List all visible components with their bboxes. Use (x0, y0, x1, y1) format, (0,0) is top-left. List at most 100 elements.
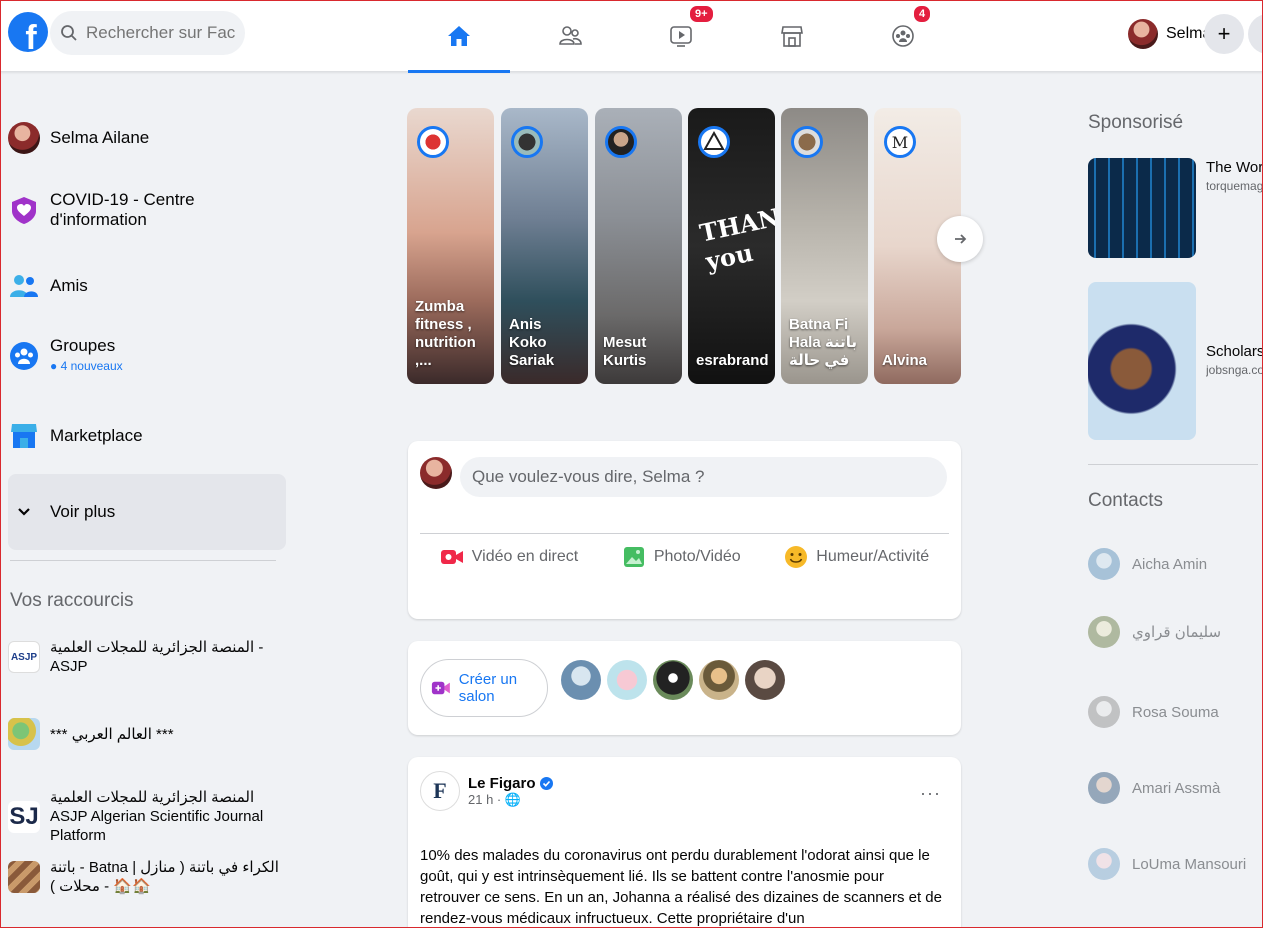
create-room-button[interactable]: Créer un salon (420, 659, 548, 717)
contact-item[interactable]: Aicha Amin (1088, 548, 1207, 580)
see-more-button[interactable]: Voir plus (8, 474, 286, 550)
shortcuts-title: Vos raccourcis (10, 590, 134, 611)
post-text: 10% des malades du coronavirus ont perdu… (420, 847, 942, 927)
plus-icon: + (1217, 21, 1231, 46)
groups-notification-badge: 4 (912, 4, 933, 24)
story-card[interactable]: Mesut Kurtis (595, 108, 682, 384)
tab-home[interactable] (408, 0, 510, 73)
contact-item[interactable]: Rosa Souma (1088, 696, 1219, 728)
facebook-logo-icon[interactable]: f (8, 12, 48, 52)
shortcut-item[interactable]: SJ المنصة الجزائرية للمجلات العلمية ASJP… (8, 788, 288, 845)
contacts-title: Contacts (1088, 490, 1163, 511)
asjp-sj-logo-icon: SJ (8, 800, 40, 833)
sidebar-item-label: Groupes (50, 336, 116, 355)
avatar (1128, 19, 1158, 49)
room-contact-avatar[interactable] (561, 660, 601, 700)
room-contact-avatar[interactable] (653, 660, 693, 700)
composer-input[interactable]: Que voulez-vous dire, Selma ? (460, 457, 947, 497)
sidebar-item-label: Marketplace (50, 426, 143, 445)
sidebar-item-marketplace[interactable]: Marketplace (8, 406, 286, 466)
story-name: Alvina (882, 352, 928, 369)
verified-badge-icon (539, 776, 553, 790)
photo-video-button[interactable]: Photo/Vidéo (622, 545, 741, 569)
contact-item[interactable]: سليمان قراوي (1088, 616, 1221, 648)
create-plus-button[interactable]: + (1204, 14, 1244, 54)
arab-world-thumb (8, 718, 40, 750)
contact-name: LoUma Mansouri (1132, 855, 1247, 873)
story-card[interactable]: Zumba fitness , nutrition ,... (407, 108, 494, 384)
search-box[interactable] (50, 11, 245, 55)
sidebar-item-covid[interactable]: COVID-19 - Centre d'information (8, 180, 286, 240)
ad-image-datacenter (1088, 158, 1196, 258)
post-author[interactable]: Le Figaro (468, 775, 536, 792)
chevron-down-icon (18, 508, 30, 516)
ad-image-graduate (1088, 282, 1196, 440)
sidebar-item-label: COVID-19 - Centre d'information (50, 190, 195, 229)
room-contact-avatar[interactable] (607, 660, 647, 700)
menu-button[interactable] (1248, 14, 1263, 54)
avatar (1088, 548, 1120, 580)
friends-icon (559, 26, 582, 45)
rooms-card: Créer un salon (408, 641, 961, 735)
tab-watch[interactable]: 9+ (630, 0, 732, 72)
sponsored-ad[interactable]: Scholarsh jobsnga.co (1088, 282, 1263, 440)
shortcut-item[interactable]: باتنة - Batna | الكراء في باتنة ( منازل … (8, 858, 288, 896)
stories-next-button[interactable] (937, 216, 983, 262)
shortcut-item[interactable]: *** العالم العربي *** (8, 718, 288, 750)
action-label: Photo/Vidéo (653, 548, 741, 565)
live-video-button[interactable]: Vidéo en direct (440, 545, 578, 569)
story-name: Mesut Kurtis (603, 334, 647, 369)
post-options-button[interactable]: ··· (920, 783, 941, 804)
sidebar-item-profile[interactable]: Selma Ailane (8, 108, 286, 168)
avatar (1088, 616, 1120, 648)
room-contact-avatar[interactable] (745, 660, 785, 700)
profile-avatar (8, 122, 40, 154)
sidebar-item-label: Voir plus (50, 502, 116, 521)
covid-heart-icon (12, 197, 36, 224)
story-avatar (417, 126, 449, 158)
contact-item[interactable]: LoUma Mansouri (1088, 848, 1246, 880)
shortcut-item[interactable]: ASJP المنصة الجزائرية للمجلات العلمية - … (8, 638, 288, 676)
ad-title: Scholarsh (1206, 343, 1263, 360)
story-avatar (605, 126, 637, 158)
groups-icon (10, 342, 38, 370)
contact-name: سليمان قراوي (1132, 624, 1222, 641)
le-figaro-logo-icon[interactable]: F (420, 771, 460, 811)
shortcut-label: باتنة - Batna | الكراء في باتنة ( منازل … (50, 859, 279, 895)
tab-friends[interactable] (519, 0, 621, 72)
story-card[interactable]: THANK you esrabrand (688, 108, 775, 384)
friends-icon (10, 275, 38, 297)
shortcut-label: *** العالم العربي *** (50, 725, 174, 743)
avatar (420, 457, 452, 489)
sidebar-item-groups[interactable]: Groupes ● 4 nouveaux (8, 326, 286, 386)
feeling-activity-button[interactable]: Humeur/Activité (784, 545, 929, 569)
avatar (1088, 696, 1120, 728)
composer-divider (420, 533, 949, 534)
story-avatar (791, 126, 823, 158)
shop-icon (781, 26, 803, 47)
search-input[interactable] (86, 23, 236, 43)
contact-name: Amari Assmà (1132, 779, 1221, 797)
room-contact-avatar[interactable] (699, 660, 739, 700)
story-card[interactable]: Anis Koko Sariak (501, 108, 588, 384)
tab-marketplace[interactable] (741, 0, 843, 72)
tab-groups[interactable]: 4 (852, 0, 954, 72)
ad-title: The Worl Develope Creating (1206, 159, 1263, 176)
video-plus-icon (431, 681, 450, 695)
contact-item[interactable]: Amari Assmà (1088, 772, 1220, 804)
story-card[interactable]: Batna Fi Hala باتنة في حالة (781, 108, 868, 384)
sidebar-item-friends[interactable]: Amis (8, 256, 286, 316)
shortcut-label: المنصة الجزائرية للمجلات العلمية - ASJP (50, 639, 264, 675)
post-timestamp[interactable]: 21 h · 🌐 (468, 792, 553, 808)
avatar (1088, 848, 1120, 880)
sidebar-item-label: Amis (50, 276, 88, 295)
feed-post: F Le Figaro 21 h · 🌐 ··· 10% des malades… (408, 757, 961, 928)
top-navigation-bar: f 9+ 4 Selma + (0, 0, 1263, 73)
sponsored-ad[interactable]: The Worl Develope Creating torquemag (1088, 158, 1263, 258)
contact-name: Aicha Amin (1132, 555, 1208, 573)
home-icon (448, 26, 470, 46)
contact-name: Rosa Souma (1132, 703, 1219, 721)
triangle-logo-icon (703, 130, 725, 150)
video-icon (670, 26, 692, 47)
action-label: Vidéo en direct (471, 548, 579, 565)
